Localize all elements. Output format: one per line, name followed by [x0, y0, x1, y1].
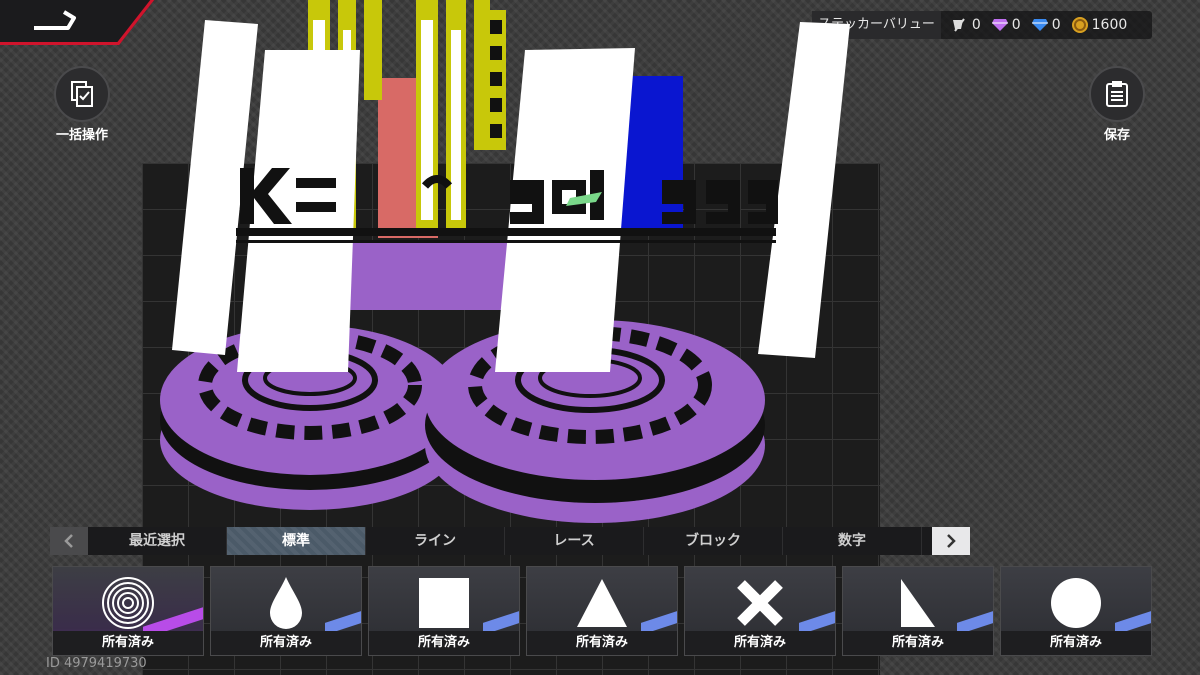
cross-icon [737, 580, 783, 626]
triangle-icon [577, 579, 627, 627]
owned-label: 所有済み [527, 631, 677, 655]
square-icon [419, 578, 469, 628]
player-id: ID 4979419730 [46, 656, 147, 671]
owned-label: 所有済み [369, 631, 519, 655]
owned-label: 所有済み [843, 631, 993, 655]
tab-lace[interactable]: レース [505, 527, 644, 555]
owned-label: 所有済み [685, 631, 835, 655]
circle-icon [1051, 578, 1101, 628]
tab-prev-button[interactable] [50, 527, 88, 555]
shape-item-square[interactable]: 所有済み [368, 566, 520, 656]
chevron-right-icon [947, 534, 956, 548]
shape-item-cross[interactable]: 所有済み [684, 566, 836, 656]
shape-item-circle[interactable]: 所有済み [1000, 566, 1152, 656]
concentric-circles-icon [102, 577, 154, 629]
checker-bar [484, 10, 506, 150]
right-triangle-icon [901, 579, 935, 627]
black-text-band[interactable] [236, 168, 778, 243]
category-tab-bar: 最近選択 標準 ライン レース ブロック 数字 [50, 527, 970, 555]
shape-item-right-triangle[interactable]: 所有済み [842, 566, 994, 656]
shape-item-triangle[interactable]: 所有済み [526, 566, 678, 656]
chevron-left-icon [64, 534, 73, 548]
tab-line[interactable]: ライン [366, 527, 505, 555]
tab-recent[interactable]: 最近選択 [88, 527, 227, 555]
shape-item-list: 所有済み 所有済み 所有済み 所有済み 所有済み 所有済み 所有済み [52, 566, 1152, 656]
owned-label: 所有済み [1001, 631, 1151, 655]
shape-item-drop[interactable]: 所有済み [210, 566, 362, 656]
drop-icon [270, 577, 302, 629]
owned-label: 所有済み [211, 631, 361, 655]
tab-number[interactable]: 数字 [783, 527, 922, 555]
shape-item-concentric[interactable]: 所有済み [52, 566, 204, 656]
tab-next-button[interactable] [932, 527, 970, 555]
tab-standard[interactable]: 標準 [227, 527, 366, 555]
owned-label: 所有済み [53, 631, 203, 655]
tab-block[interactable]: ブロック [644, 527, 783, 555]
